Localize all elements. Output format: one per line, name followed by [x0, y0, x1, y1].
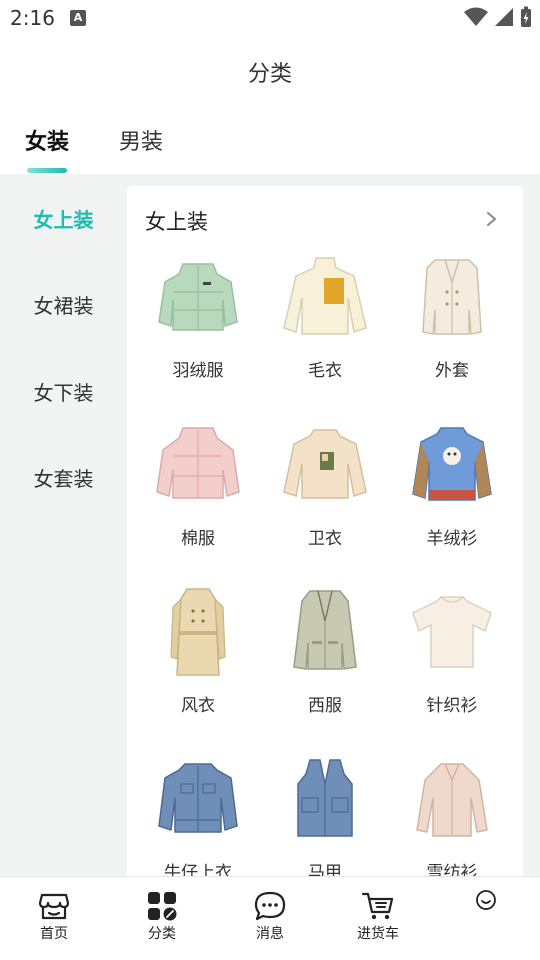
category-cashmere-sweater[interactable]: 羊绒衫: [386, 420, 518, 549]
category-label: 外套: [435, 361, 469, 381]
cashmere-sweater-image: [412, 427, 492, 501]
smile-icon: [476, 890, 496, 910]
category-sweater[interactable]: 毛衣: [259, 252, 391, 381]
category-label: 棉服: [181, 529, 215, 549]
status-icons: [464, 6, 532, 28]
signal-icon: [495, 8, 513, 26]
tab-men[interactable]: 男装: [119, 124, 163, 156]
nav-label: 消息: [256, 926, 284, 942]
gender-tabs: 女装 男装: [0, 118, 540, 174]
sweatshirt-image: [283, 429, 367, 499]
padded-jacket-image: [156, 427, 240, 499]
category-label: 西服: [308, 696, 342, 716]
category-denim-jacket[interactable]: 牛仔上衣: [132, 754, 264, 876]
sweater-image: [283, 257, 367, 335]
notification-a-icon: A: [70, 10, 86, 26]
status-bar: 2:16 A: [0, 0, 540, 36]
category-trench-coat[interactable]: 风衣: [132, 587, 264, 716]
category-coat[interactable]: 外套: [386, 252, 518, 381]
panel-title: 女上装: [145, 210, 208, 234]
category-label: 马甲: [308, 863, 342, 876]
category-label: 毛衣: [308, 361, 342, 381]
vest-image: [297, 759, 353, 837]
category-blazer[interactable]: 西服: [259, 587, 391, 716]
category-vest[interactable]: 马甲: [259, 754, 391, 876]
coat-image: [422, 259, 482, 335]
category-label: 牛仔上衣: [164, 863, 232, 876]
category-label: 雪纺衫: [426, 863, 478, 876]
category-knit-top[interactable]: 针织衫: [386, 587, 518, 716]
category-chiffon-blouse[interactable]: 雪纺衫: [386, 754, 518, 876]
chiffon-blouse-image: [416, 763, 488, 837]
category-sweatshirt[interactable]: 卫衣: [259, 420, 391, 549]
nav-messages[interactable]: 消息: [230, 891, 310, 943]
category-label: 针织衫: [426, 696, 478, 716]
category-label: 风衣: [181, 696, 215, 716]
sidebar-item-women-bottoms[interactable]: 女下装: [0, 377, 127, 406]
battery-charging-icon: [521, 6, 531, 27]
category-down-jacket[interactable]: 羽绒服: [132, 252, 264, 381]
knit-top-image: [412, 596, 492, 668]
shop-icon: [38, 893, 70, 920]
wifi-icon: [464, 7, 488, 26]
bottom-nav: 首页 分类 消息 进货车: [0, 876, 540, 960]
nav-category[interactable]: 分类: [122, 891, 202, 943]
nav-label: 首页: [40, 926, 68, 942]
sidebar-item-women-skirts[interactable]: 女裙装: [0, 290, 127, 319]
category-grid-icon: [148, 892, 177, 921]
category-label: 卫衣: [308, 529, 342, 549]
nav-profile[interactable]: [446, 889, 526, 913]
nav-home[interactable]: 首页: [14, 891, 94, 943]
nav-cart[interactable]: 进货车: [338, 891, 418, 943]
nav-label: 进货车: [357, 926, 399, 942]
active-tab-indicator: [27, 168, 67, 173]
chevron-right-icon[interactable]: [483, 208, 501, 230]
nav-label: 分类: [148, 926, 176, 942]
blazer-image: [293, 590, 357, 670]
sidebar-item-women-tops[interactable]: 女上装: [0, 204, 127, 233]
tab-women[interactable]: 女装: [25, 124, 69, 156]
status-time: 2:16: [10, 6, 55, 30]
category-label: 羊绒衫: [426, 529, 478, 549]
sidebar-item-women-sets[interactable]: 女套装: [0, 463, 127, 492]
cart-icon: [361, 892, 394, 920]
denim-jacket-image: [158, 763, 238, 833]
category-padded-jacket[interactable]: 棉服: [132, 420, 264, 549]
trench-coat-image: [170, 588, 226, 676]
category-sidebar: 女上装 女裙装 女下装 女套装: [0, 174, 127, 876]
page-title: 分类: [247, 62, 292, 87]
subcategory-panel: 女上装 羽绒服 毛衣 外套 棉服 卫衣 羊绒衫 风衣 西服 针织衫 牛仔上衣 马…: [127, 186, 523, 876]
category-label: 羽绒服: [172, 361, 224, 381]
down-jacket-image: [158, 263, 238, 331]
message-bubble-icon: [254, 891, 286, 921]
